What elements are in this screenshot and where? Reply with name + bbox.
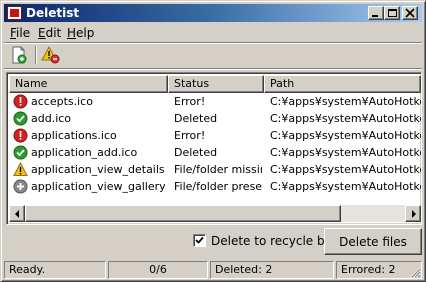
status-bar: Ready. 0/6 Deleted: 2 Errored: 2 [4, 260, 422, 279]
column-status-header[interactable]: Status [168, 75, 264, 93]
scroll-thumb[interactable] [25, 205, 341, 222]
table-row[interactable]: applications.ico Error! C:¥apps¥system¥A… [9, 127, 421, 144]
checkmark-icon [195, 236, 204, 244]
arrow-left-icon [15, 210, 19, 218]
list-header: Name Status Path [9, 75, 421, 93]
warning-error-icon [41, 45, 60, 64]
table-row[interactable]: application_add.ico Deleted C:¥apps¥syst… [9, 144, 421, 161]
success-check-icon [13, 111, 28, 126]
row-name: application_view_gallery.ico [31, 180, 165, 193]
error-icon [13, 94, 28, 109]
arrow-right-icon [412, 210, 416, 218]
maximize-icon [388, 9, 397, 17]
menu-help-rest: elp [76, 26, 95, 40]
row-path: C:¥apps¥system¥AutoHotkey¥S [270, 112, 421, 125]
row-path: C:¥apps¥system¥AutoHotkey¥S [270, 95, 421, 108]
status-progress: 0/6 [108, 261, 208, 279]
new-list-icon [12, 46, 27, 64]
table-row[interactable]: application_view_details.ico File/folder… [9, 161, 421, 178]
menu-edit[interactable]: Edit [38, 26, 61, 40]
table-row[interactable]: add.ico Deleted C:¥apps¥system¥AutoHotke… [9, 110, 421, 127]
row-path: C:¥apps¥system¥AutoHotkey¥S [270, 129, 421, 142]
status-state: Ready. [4, 261, 106, 279]
row-status: Deleted [174, 112, 218, 125]
menu-file[interactable]: File [10, 26, 30, 40]
error-icon [13, 128, 28, 143]
menu-edit-rest: dit [45, 26, 62, 40]
window-title: Deletist [26, 6, 80, 20]
clear-warnings-button[interactable] [40, 44, 62, 66]
close-button[interactable] [402, 6, 418, 20]
table-row[interactable]: accepts.ico Error! C:¥apps¥system¥AutoHo… [9, 93, 421, 110]
row-path: C:¥apps¥system¥AutoHotkey¥S [270, 146, 421, 159]
table-row[interactable]: application_view_gallery.ico File/folder… [9, 178, 421, 195]
file-list[interactable]: Name Status Path accepts.ico Error! C:¥a… [6, 72, 422, 225]
row-status: File/folder present [174, 180, 262, 193]
column-name-header[interactable]: Name [9, 75, 168, 93]
row-path: C:¥apps¥system¥AutoHotkey¥S [270, 163, 421, 176]
delete-files-button[interactable]: Delete files [324, 228, 422, 255]
new-list-button[interactable] [8, 44, 30, 66]
row-status: Error! [174, 129, 206, 142]
row-name: add.ico [31, 112, 72, 125]
resize-grip-icon[interactable] [409, 266, 421, 278]
column-path-header[interactable]: Path [264, 75, 421, 93]
toolbar [4, 44, 422, 68]
scroll-left-button[interactable] [9, 205, 25, 222]
recycle-bin-label[interactable]: Delete to recycle bin [211, 234, 336, 248]
row-name: applications.ico [31, 129, 117, 142]
success-check-icon [13, 145, 28, 160]
row-path: C:¥apps¥system¥AutoHotkey¥S [270, 180, 421, 193]
app-window: Deletist File Edit Help Name Status Path… [0, 0, 426, 282]
scroll-right-button[interactable] [405, 205, 421, 222]
status-deleted-count: Deleted: 2 [210, 261, 334, 279]
close-icon [405, 8, 415, 18]
menu-bar: File Edit Help [4, 24, 422, 42]
list-rows: accepts.ico Error! C:¥apps¥system¥AutoHo… [9, 93, 421, 205]
row-status: File/folder missing [174, 163, 262, 176]
menu-file-rest: ile [16, 26, 31, 40]
app-icon[interactable] [7, 6, 22, 20]
row-name: application_view_details.ico [31, 163, 165, 176]
pending-plus-icon [13, 179, 28, 194]
minimize-button[interactable] [368, 6, 384, 20]
row-status: Deleted [174, 146, 218, 159]
maximize-button[interactable] [384, 6, 400, 20]
menu-help[interactable]: Help [67, 26, 94, 40]
recycle-bin-checkbox[interactable] [193, 234, 206, 247]
menu-edit-accel: E [38, 26, 46, 40]
warning-icon [13, 162, 28, 176]
title-bar[interactable]: Deletist [4, 4, 422, 22]
row-name: accepts.ico [31, 95, 93, 108]
menu-help-accel: H [67, 26, 77, 40]
row-name: application_add.ico [31, 146, 138, 159]
horizontal-scrollbar[interactable] [9, 205, 421, 222]
toolbar-divider [4, 68, 422, 70]
row-status: Error! [174, 95, 206, 108]
minimize-icon [372, 15, 378, 17]
toolbar-separator [35, 46, 37, 64]
